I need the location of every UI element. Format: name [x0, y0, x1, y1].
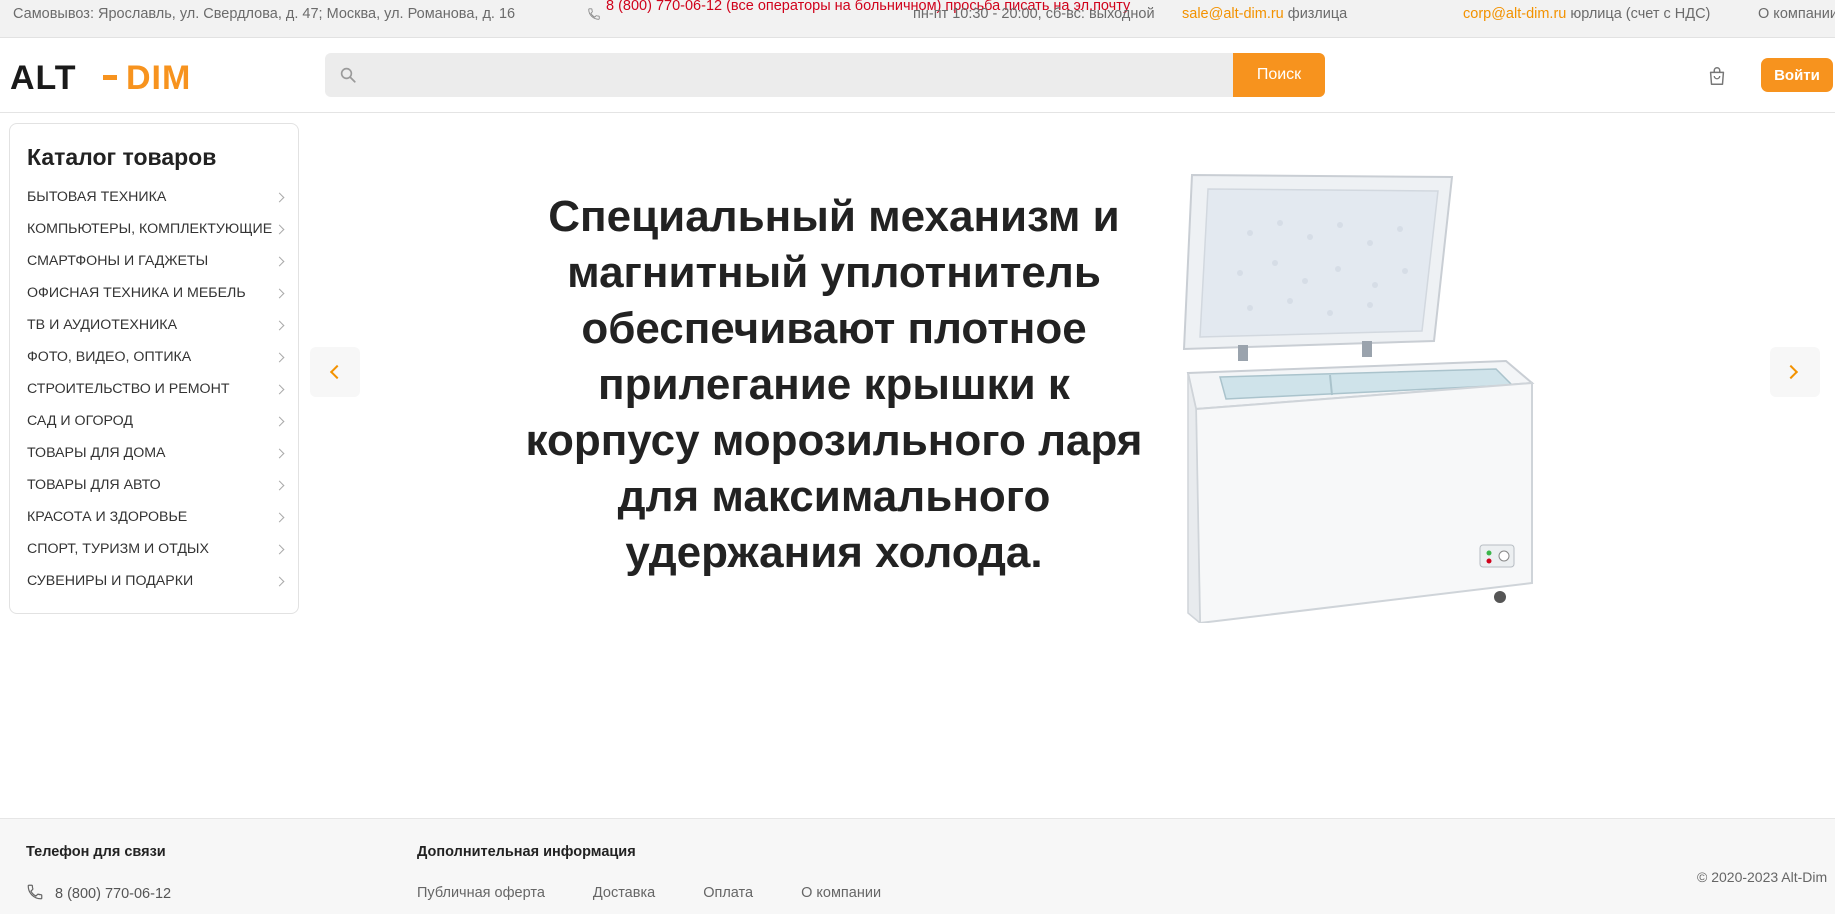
footer-phone-title: Телефон для связи — [26, 844, 166, 860]
topbar-phone[interactable]: 8 (800) 770-06-12 (все операторы на боль… — [606, 0, 1130, 16]
footer-link-about[interactable]: О компании — [801, 885, 881, 901]
slider-next-button[interactable] — [1770, 347, 1820, 397]
chevron-right-icon — [274, 192, 285, 202]
catalog-item-label: СМАРТФОНЫ И ГАДЖЕТЫ — [27, 253, 209, 269]
corp-suffix: юрлица (счет с НДС) — [1566, 6, 1711, 22]
catalog-item-label: ФОТО, ВИДЕО, ОПТИКА — [27, 349, 192, 365]
top-info-bar: Самовывоз: Ярославль, ул. Свердлова, д. … — [0, 0, 1835, 38]
footer-info-title: Дополнительная информация — [417, 844, 636, 860]
phone-icon — [588, 8, 600, 20]
search-button[interactable]: Поиск — [1233, 53, 1325, 97]
svg-text:DIM: DIM — [126, 59, 191, 93]
working-hours: пн-пт 10:30 - 20:00, сб-вс: выходной — [913, 6, 1155, 22]
chevron-left-icon — [329, 364, 345, 380]
chevron-right-icon — [274, 320, 285, 330]
catalog-item-label: БЫТОВАЯ ТЕХНИКА — [27, 189, 167, 205]
chevron-right-icon — [274, 544, 285, 554]
header: ALT DIM Поиск Войти — [0, 38, 1835, 113]
footer-links: Публичная оферта Доставка Оплата О компа… — [417, 885, 929, 901]
catalog-item-label: ТОВАРЫ ДЛЯ ДОМА — [27, 445, 166, 461]
catalog-item-label: ТВ И АУДИОТЕХНИКА — [27, 317, 178, 333]
footer-link-delivery[interactable]: Доставка — [593, 885, 655, 901]
catalog-list: БЫТОВАЯ ТЕХНИКА КОМПЬЮТЕРЫ, КОМПЛЕКТУЮЩИ… — [27, 181, 291, 597]
chevron-right-icon — [274, 224, 285, 234]
catalog-item-label: СТРОИТЕЛЬСТВО И РЕМОНТ — [27, 381, 230, 397]
catalog-item-label: СПОРТ, ТУРИЗМ И ОТДЫХ — [27, 541, 209, 557]
chevron-right-icon — [274, 288, 285, 298]
chevron-right-icon — [274, 256, 285, 266]
footer-phone-link[interactable]: 8 (800) 770-06-12 — [55, 886, 171, 902]
sale-suffix: физлица — [1283, 6, 1348, 22]
catalog-item[interactable]: ФОТО, ВИДЕО, ОПТИКА — [27, 341, 291, 373]
slider-prev-button[interactable] — [310, 347, 360, 397]
slide-text: Специальный механизм и магнитный уплотни… — [525, 192, 1143, 577]
corp-contact: corp@alt-dim.ru юрлица (счет с НДС) — [1463, 6, 1710, 22]
cart-icon[interactable] — [1706, 65, 1728, 87]
catalog-item[interactable]: СПОРТ, ТУРИЗМ И ОТДЫХ — [27, 533, 291, 565]
catalog-item[interactable]: СТРОИТЕЛЬСТВО И РЕМОНТ — [27, 373, 291, 405]
catalog-item[interactable]: КОМПЬЮТЕРЫ, КОМПЛЕКТУЮЩИЕ — [27, 213, 291, 245]
topbar-about-link[interactable]: О компании — [1758, 6, 1835, 22]
chevron-right-icon — [274, 352, 285, 362]
site-logo[interactable]: ALT DIM — [10, 59, 210, 93]
corp-email-link[interactable]: corp@alt-dim.ru — [1463, 6, 1566, 22]
footer: Телефон для связи 8 (800) 770-06-12 Допо… — [0, 818, 1835, 914]
copyright: © 2020-2023 Alt-Dim — [1697, 869, 1828, 885]
svg-text:ALT: ALT — [10, 59, 77, 93]
catalog-item[interactable]: ТВ И АУДИОТЕХНИКА — [27, 309, 291, 341]
catalog-item-label: КРАСОТА И ЗДОРОВЬЕ — [27, 509, 188, 525]
chevron-right-icon — [274, 416, 285, 426]
catalog-item[interactable]: САД И ОГОРОД — [27, 405, 291, 437]
footer-link-payment[interactable]: Оплата — [703, 885, 753, 901]
catalog-title: Каталог товаров — [27, 144, 217, 170]
search-icon — [340, 67, 356, 83]
sale-email-link[interactable]: sale@alt-dim.ru — [1182, 6, 1284, 22]
login-button[interactable]: Войти — [1761, 58, 1833, 92]
hero-slider: Специальный механизм и магнитный уплотни… — [310, 123, 1835, 643]
catalog-item[interactable]: БЫТОВАЯ ТЕХНИКА — [27, 181, 291, 213]
catalog-item-label: ОФИСНАЯ ТЕХНИКА И МЕБЕЛЬ — [27, 285, 246, 301]
footer-link-offer[interactable]: Публичная оферта — [417, 885, 545, 901]
catalog-item[interactable]: ТОВАРЫ ДЛЯ АВТО — [27, 469, 291, 501]
chevron-right-icon — [274, 448, 285, 458]
catalog-item-label: КОМПЬЮТЕРЫ, КОМПЛЕКТУЮЩИЕ — [27, 221, 273, 237]
catalog-item[interactable]: ОФИСНАЯ ТЕХНИКА И МЕБЕЛЬ — [27, 277, 291, 309]
chevron-right-icon — [274, 576, 285, 586]
chest-freezer-image — [1180, 173, 1550, 623]
catalog-item[interactable]: ТОВАРЫ ДЛЯ ДОМА — [27, 437, 291, 469]
catalog-item-label: СУВЕНИРЫ И ПОДАРКИ — [27, 573, 194, 589]
catalog-item-label: ТОВАРЫ ДЛЯ АВТО — [27, 477, 161, 493]
chevron-right-icon — [274, 384, 285, 394]
chevron-right-icon — [274, 480, 285, 490]
chevron-right-icon — [274, 512, 285, 522]
search-input[interactable] — [369, 53, 1249, 97]
catalog-item[interactable]: СУВЕНИРЫ И ПОДАРКИ — [27, 565, 291, 597]
search-bar — [325, 53, 1325, 97]
chevron-right-icon — [1783, 364, 1799, 380]
sale-contact: sale@alt-dim.ru физлица — [1182, 6, 1347, 22]
catalog-item[interactable]: СМАРТФОНЫ И ГАДЖЕТЫ — [27, 245, 291, 277]
catalog-item-label: САД И ОГОРОД — [27, 413, 133, 429]
pickup-address: Самовывоз: Ярославль, ул. Свердлова, д. … — [13, 6, 516, 22]
catalog-item[interactable]: КРАСОТА И ЗДОРОВЬЕ — [27, 501, 291, 533]
phone-icon — [27, 884, 43, 900]
catalog-sidebar: Каталог товаров БЫТОВАЯ ТЕХНИКА КОМПЬЮТЕ… — [9, 123, 299, 614]
